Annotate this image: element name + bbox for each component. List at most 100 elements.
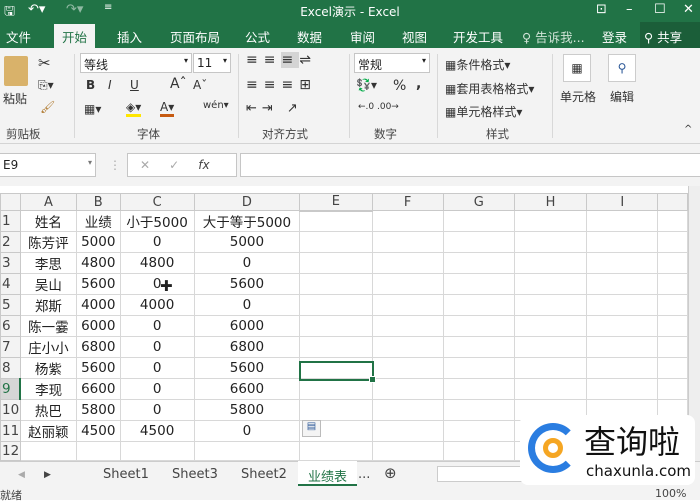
cell[interactable] (371, 357, 444, 379)
cell[interactable] (586, 315, 659, 337)
cell[interactable] (442, 357, 515, 379)
cell[interactable] (371, 315, 444, 337)
cell[interactable]: 0 (119, 336, 195, 358)
row-header[interactable]: 12 (0, 441, 21, 461)
cell[interactable] (299, 252, 373, 274)
tab-home[interactable]: 开始 (54, 24, 96, 48)
scroll-left-icon[interactable]: ◀ (18, 470, 25, 480)
column-header-C[interactable]: C (119, 193, 195, 211)
cell[interactable] (371, 399, 444, 421)
phonetic-icon[interactable]: wén▾ (203, 100, 229, 111)
tell-me-search[interactable]: ♀ 告诉我... (522, 27, 585, 46)
cell[interactable] (586, 378, 659, 400)
ribbon-display-icon[interactable]: ⊡ (596, 2, 607, 17)
cell[interactable]: 4500 (119, 420, 195, 442)
font-size-select[interactable]: 11 ▾ (193, 53, 231, 73)
cell[interactable]: 0 (119, 357, 195, 379)
cell[interactable] (513, 273, 588, 295)
cell[interactable] (586, 273, 659, 295)
cell[interactable]: 4000 (119, 294, 195, 316)
cell[interactable]: 4800 (75, 252, 121, 274)
cell[interactable] (513, 252, 588, 274)
cell[interactable] (371, 336, 444, 358)
cell[interactable] (371, 231, 444, 253)
comma-button[interactable]: , (416, 76, 421, 92)
cell[interactable] (513, 357, 588, 379)
add-sheet-icon[interactable]: ⊕ (384, 464, 397, 482)
cell[interactable] (442, 231, 515, 253)
cell[interactable]: 小于5000 (119, 210, 195, 232)
cell[interactable]: 李现 (19, 378, 77, 400)
search-icon[interactable]: ⚲ (608, 54, 636, 82)
font-color-icon[interactable]: A▾ (160, 100, 175, 117)
cell[interactable]: 庄小小 (19, 336, 77, 358)
cell[interactable] (442, 399, 515, 421)
cell[interactable] (513, 294, 588, 316)
underline-button[interactable]: U (130, 78, 139, 92)
cell[interactable]: 业绩 (75, 210, 121, 232)
cell[interactable]: 姓名 (19, 210, 77, 232)
cell[interactable]: 陈一霎 (19, 315, 77, 337)
cell[interactable]: 6600 (75, 378, 121, 400)
cut-icon[interactable]: ✂ (38, 54, 51, 72)
cell[interactable]: 5000 (75, 231, 121, 253)
minimize-icon[interactable]: – (626, 2, 633, 17)
cell[interactable] (299, 399, 373, 421)
indent-icons[interactable]: ⇤⇥ ↗ (246, 101, 303, 116)
cell[interactable]: 陈芳评 (19, 231, 77, 253)
row-header[interactable]: 1 (0, 210, 21, 232)
tab-formulas[interactable]: 公式 (245, 27, 270, 46)
cell[interactable] (442, 441, 515, 461)
column-header-D[interactable]: D (193, 193, 301, 211)
cell[interactable] (513, 336, 588, 358)
cell[interactable] (586, 336, 659, 358)
cell[interactable]: 郑斯 (19, 294, 77, 316)
cell[interactable]: 0 (119, 378, 195, 400)
cell[interactable] (586, 210, 659, 232)
cell[interactable] (371, 210, 444, 232)
cell[interactable] (299, 294, 373, 316)
horizontal-align-icons[interactable]: ≡≡≡⊞ (246, 77, 317, 93)
cell[interactable] (371, 420, 444, 442)
cell[interactable]: 6800 (75, 336, 121, 358)
row-header[interactable]: 5 (0, 294, 21, 316)
cell[interactable] (371, 441, 444, 461)
cell[interactable]: 李思 (19, 252, 77, 274)
row-header[interactable]: 7 (0, 336, 21, 358)
cell[interactable]: 5800 (75, 399, 121, 421)
cell[interactable] (299, 315, 373, 337)
cell[interactable]: 0 (119, 231, 195, 253)
cell[interactable]: 5600 (193, 273, 301, 295)
fill-color-icon[interactable]: ◈▾ (126, 100, 142, 117)
cell[interactable]: 0 (119, 315, 195, 337)
cell[interactable] (442, 273, 515, 295)
cell[interactable] (299, 231, 373, 253)
cell[interactable]: 6000 (75, 315, 121, 337)
login-link[interactable]: 登录 (602, 27, 627, 46)
font-name-select[interactable]: 等线 ▾ (80, 53, 192, 73)
cell[interactable]: 0 (193, 294, 301, 316)
format-painter-icon[interactable]: 🖌 (40, 100, 55, 114)
cell[interactable]: 4000 (75, 294, 121, 316)
tab-insert[interactable]: 插入 (117, 27, 142, 46)
sheet-tab-sheet2[interactable]: Sheet2 (241, 467, 287, 482)
cell[interactable]: 大于等于5000 (193, 210, 301, 232)
row-header[interactable]: 9 (0, 378, 22, 400)
cell[interactable] (299, 441, 373, 461)
cell[interactable] (371, 294, 444, 316)
cell[interactable] (442, 420, 515, 442)
collapse-ribbon-icon[interactable]: ^ (684, 124, 692, 135)
enter-icon[interactable]: ✓ (169, 158, 179, 172)
cell[interactable] (586, 252, 659, 274)
cancel-icon[interactable]: ✕ (140, 158, 150, 172)
name-box[interactable]: E9 ▾ (0, 153, 96, 177)
decimal-icons[interactable]: ←.0 .00→ (358, 102, 399, 112)
column-header-I[interactable]: I (586, 193, 659, 211)
cell[interactable] (19, 441, 77, 461)
cell[interactable] (442, 294, 515, 316)
cell[interactable] (299, 336, 373, 358)
quick-analysis-icon[interactable]: ▤ (302, 420, 321, 437)
cell[interactable] (513, 231, 588, 253)
column-header-A[interactable]: A (19, 193, 77, 211)
row-header[interactable]: 2 (0, 231, 21, 253)
